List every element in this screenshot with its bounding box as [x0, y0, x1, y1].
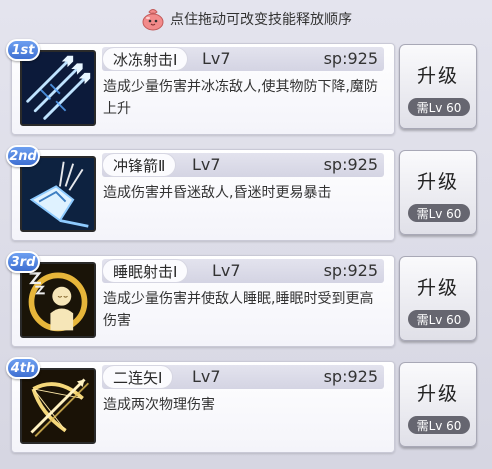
skill-name-bar: 睡眠射击Ⅰ Lv7 sp:925 [102, 259, 384, 283]
rank-badge: 1st [6, 39, 40, 61]
skill-name: 睡眠射击Ⅰ [102, 259, 189, 283]
level-requirement: 需Lv 60 [408, 98, 470, 116]
rank-badge: 3rd [6, 251, 40, 273]
upgrade-button[interactable]: 升级 需Lv 60 [399, 150, 477, 235]
poring-mascot-icon [140, 6, 166, 32]
skill-description: 造成少量伤害并使敌人睡眠,睡眠时受到更高伤害 [103, 291, 374, 329]
charge-arrow-icon[interactable] [20, 156, 96, 232]
level-requirement: 需Lv 60 [408, 310, 470, 328]
upgrade-label: 升级 [416, 277, 459, 299]
skill-description: 造成少量伤害并冰冻敌人,使其物防下降,魔防上升 [103, 79, 378, 117]
skill-description: 造成两次物理伤害 [103, 397, 215, 413]
level-requirement: 需Lv 60 [408, 416, 470, 434]
skill-name-bar: 二连矢Ⅰ Lv7 sp:925 [102, 365, 384, 389]
drag-hint: 点住拖动可改变技能释放顺序 [0, 4, 492, 34]
skill-name: 冲锋箭Ⅱ [102, 153, 177, 177]
skill-description: 造成伤害并昏迷敌人,昏迷时更易暴击 [103, 185, 332, 201]
sleep-icon[interactable] [20, 262, 96, 338]
upgrade-button[interactable]: 升级 需Lv 60 [399, 362, 477, 447]
upgrade-label: 升级 [416, 383, 459, 405]
skill-name: 二连矢Ⅰ [102, 365, 174, 389]
rank-badge: 2nd [6, 145, 40, 167]
skill-level: Lv7 [212, 261, 241, 280]
rank-badge: 4th [6, 357, 40, 379]
skill-sp: sp:925 [323, 155, 378, 174]
drag-hint-text: 点住拖动可改变技能释放顺序 [170, 12, 352, 28]
skill-sp: sp:925 [323, 367, 378, 386]
skill-row[interactable]: 1st 冰冻射击Ⅰ Lv7 sp:925 造成少量伤害并冰冻敌人,使其物防下降,… [6, 39, 486, 138]
bow-icon[interactable] [20, 368, 96, 444]
skill-level: Lv7 [192, 155, 221, 174]
skill-row[interactable]: 4th 二连矢Ⅰ Lv7 sp:925 造成两次物理伤害 升级 需Lv 60 [6, 357, 486, 456]
upgrade-button[interactable]: 升级 需Lv 60 [399, 44, 477, 129]
skill-level: Lv7 [192, 367, 221, 386]
skill-row[interactable]: 3rd 睡眠射击Ⅰ Lv7 sp:925 造成少量伤害并使敌人睡眠,睡眠时受到更… [6, 251, 486, 350]
skill-name-bar: 冰冻射击Ⅰ Lv7 sp:925 [102, 47, 384, 71]
skill-order-panel: 点住拖动可改变技能释放顺序 1st 冰冻射击Ⅰ Lv7 sp:925 造成少量伤… [0, 0, 492, 469]
skill-row[interactable]: 2nd 冲锋箭Ⅱ Lv7 sp:925 造成伤害并昏迷敌人,昏迷时更易暴击 升级 [6, 145, 486, 244]
skill-sp: sp:925 [323, 49, 378, 68]
skill-level: Lv7 [202, 49, 231, 68]
ice-arrows-icon[interactable] [20, 50, 96, 126]
skill-name-bar: 冲锋箭Ⅱ Lv7 sp:925 [102, 153, 384, 177]
skill-name: 冰冻射击Ⅰ [102, 47, 189, 71]
upgrade-label: 升级 [416, 171, 459, 193]
level-requirement: 需Lv 60 [408, 204, 470, 222]
upgrade-button[interactable]: 升级 需Lv 60 [399, 256, 477, 341]
upgrade-label: 升级 [416, 65, 459, 87]
skill-sp: sp:925 [323, 261, 378, 280]
